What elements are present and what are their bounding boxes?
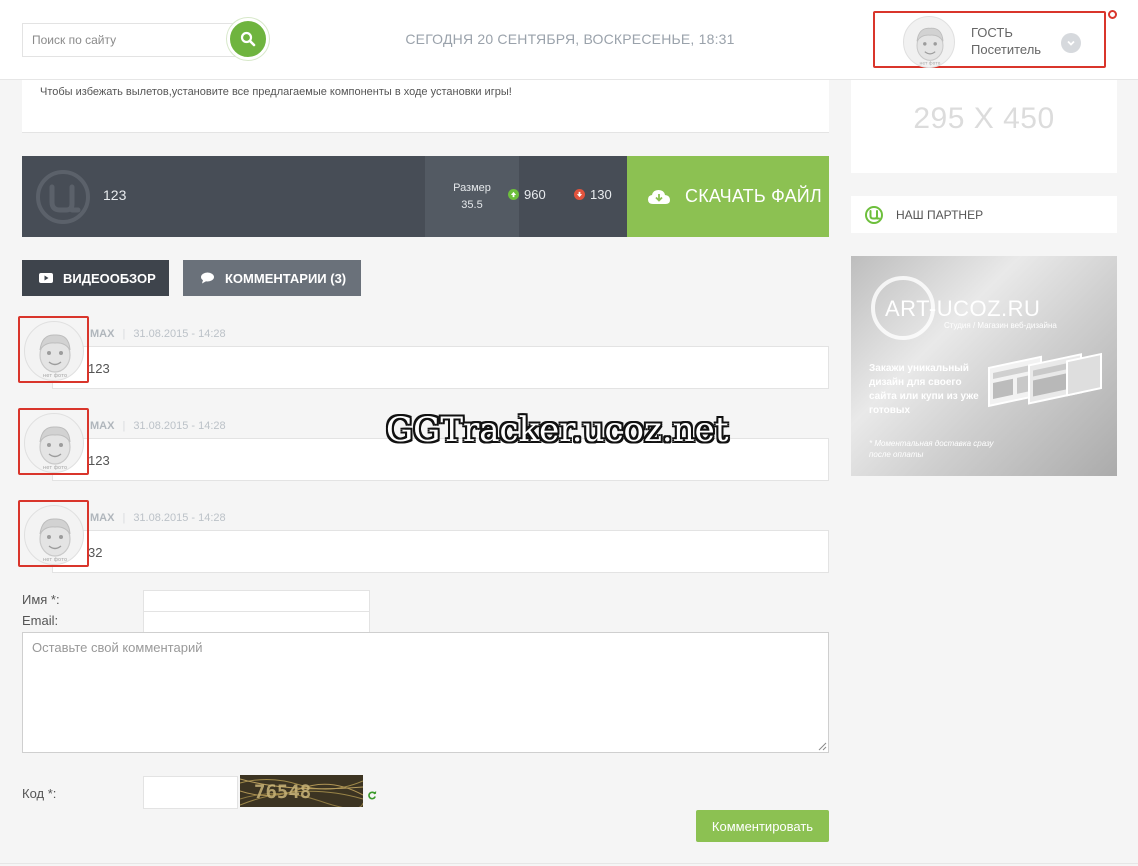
site-watermark: GGTracker.ucoz.net — [386, 410, 729, 450]
avatar-caption: нет фото — [920, 61, 941, 67]
cloud-download-icon — [648, 189, 670, 204]
no-photo-avatar-icon: нет фото — [916, 27, 944, 67]
comment-avatar[interactable]: нет фото — [24, 321, 84, 381]
notification-dot[interactable] — [1108, 10, 1117, 19]
search-input[interactable] — [23, 24, 223, 56]
comment-meta: MAX | 31.08.2015 - 14:28 — [90, 328, 226, 340]
submit-comment-button[interactable]: Комментировать — [696, 810, 829, 842]
comment-text: 32 — [88, 545, 103, 560]
arrow-up-icon — [508, 189, 519, 200]
size-cell: Размер 35.5 — [425, 156, 519, 237]
name-field-box — [143, 590, 370, 612]
ad-placeholder: 295 X 450 — [851, 80, 1117, 173]
comment-item: нет фото MAX | 31.08.2015 - 14:28 32 — [18, 500, 829, 580]
captcha-text: 76548 — [254, 781, 311, 803]
partner-label: НАШ ПАРТНЕР — [896, 207, 984, 222]
partner-banner[interactable]: ART-UCOZ.RU Студия / Магазин веб-дизайна… — [851, 256, 1117, 476]
download-button-label: СКАЧАТЬ ФАЙЛ — [685, 186, 822, 206]
banner-logo: ART-UCOZ.RU — [885, 296, 1041, 321]
comment-author[interactable]: MAX — [90, 328, 114, 340]
captcha-image: 76548 — [240, 775, 363, 807]
email-field[interactable] — [144, 612, 369, 632]
comment-body: 32 — [52, 530, 829, 573]
comment-text: 123 — [88, 361, 110, 376]
website-screens-illustration — [988, 352, 1102, 408]
user-panel[interactable]: нет фото ГОСТЬ Посетитель — [873, 11, 1106, 68]
utorrent-icon — [36, 170, 90, 224]
divider — [0, 863, 1138, 864]
seeders: 960 — [508, 187, 546, 202]
download-file-button[interactable]: СКАЧАТЬ ФАЙЛ — [627, 156, 829, 237]
comment-date: 31.08.2015 - 14:28 — [133, 328, 226, 340]
comment-date: 31.08.2015 - 14:28 — [133, 420, 226, 432]
size-value: 35.5 — [461, 199, 483, 211]
torrent-name: 123 — [103, 187, 127, 203]
resize-grip-icon[interactable] — [818, 742, 827, 751]
user-group: Посетитель — [971, 42, 1042, 57]
search-button[interactable] — [227, 18, 269, 60]
notice-text: Чтобы избежать вылетов,установите все пр… — [40, 86, 512, 98]
leechers: 130 — [574, 187, 612, 202]
email-label: Email: — [22, 613, 59, 628]
leechers-count: 130 — [590, 187, 612, 202]
ad-size-label: 295 X 450 — [913, 102, 1055, 135]
captcha-input[interactable] — [144, 777, 237, 808]
banner-subtitle: Студия / Магазин веб-дизайна — [944, 321, 1057, 330]
comment-meta: MAX | 31.08.2015 - 14:28 — [90, 512, 226, 524]
comment-body: 123 — [52, 346, 829, 389]
youtube-icon — [39, 273, 53, 283]
name-field[interactable] — [144, 591, 369, 611]
arrow-down-icon — [574, 189, 585, 200]
download-bar: 123 Размер 35.5 960 130 СКАЧАТЬ ФАЙЛ — [22, 156, 829, 237]
site-header: СЕГОДНЯ 20 СЕНТЯБРЯ, ВОСКРЕСЕНЬЕ, 18:31 … — [0, 0, 1138, 80]
comment-textarea[interactable] — [23, 633, 828, 752]
avatar-caption: нет фото — [43, 465, 67, 471]
comment-avatar-highlight: нет фото — [18, 500, 89, 567]
banner-promo: Закажи уникальный дизайн для своего сайт… — [869, 363, 979, 416]
user-menu-toggle[interactable] — [1061, 33, 1081, 53]
comment-avatar-highlight: нет фото — [18, 316, 89, 383]
seeders-count: 960 — [524, 187, 546, 202]
chevron-down-icon — [1067, 40, 1075, 46]
utorrent-icon — [865, 205, 883, 224]
size-label: Размер — [453, 182, 491, 194]
comment-author[interactable]: MAX — [90, 512, 114, 524]
comment-avatar[interactable]: нет фото — [24, 413, 84, 473]
comment-author[interactable]: MAX — [90, 420, 114, 432]
captcha-label: Код *: — [22, 786, 57, 801]
search-icon — [240, 31, 256, 47]
user-avatar[interactable]: нет фото — [903, 16, 955, 68]
comment-avatar-highlight: нет фото — [18, 408, 89, 475]
comment-avatar[interactable]: нет фото — [24, 505, 84, 565]
current-date: СЕГОДНЯ 20 СЕНТЯБРЯ, ВОСКРЕСЕНЬЕ, 18:31 — [405, 31, 735, 47]
name-label: Имя *: — [22, 592, 60, 607]
comment-item: нет фото MAX | 31.08.2015 - 14:28 123 — [18, 316, 829, 396]
email-field-box — [143, 611, 370, 633]
avatar-caption: нет фото — [43, 557, 67, 563]
banner-note: * Моментальная доставка сразу после опла… — [869, 439, 994, 459]
comments-icon — [201, 272, 214, 284]
install-notice: Чтобы избежать вылетов,установите все пр… — [22, 80, 829, 133]
no-photo-avatar-icon: нет фото — [39, 518, 71, 563]
no-photo-avatar-icon: нет фото — [39, 426, 71, 471]
captcha-noise: 76548 — [240, 778, 363, 807]
refresh-captcha-icon[interactable] — [367, 790, 377, 800]
comment-text: 123 — [88, 453, 110, 468]
partner-header: НАШ ПАРТНЕР — [851, 196, 1117, 233]
captcha-input-box — [143, 776, 238, 809]
comment-textarea-box — [22, 632, 829, 753]
search-box — [22, 23, 252, 57]
tab-comments[interactable]: КОММЕНТАРИИ (3) — [183, 260, 361, 296]
avatar-caption: нет фото — [43, 373, 67, 379]
tab-comments-label: КОММЕНТАРИИ (3) — [225, 270, 347, 286]
comment-meta: MAX | 31.08.2015 - 14:28 — [90, 420, 226, 432]
tab-video-review[interactable]: ВИДЕООБЗОР — [22, 260, 169, 296]
no-photo-avatar-icon: нет фото — [39, 334, 71, 379]
user-name: ГОСТЬ — [971, 25, 1013, 40]
comment-date: 31.08.2015 - 14:28 — [133, 512, 226, 524]
tab-video-label: ВИДЕООБЗОР — [63, 270, 156, 286]
